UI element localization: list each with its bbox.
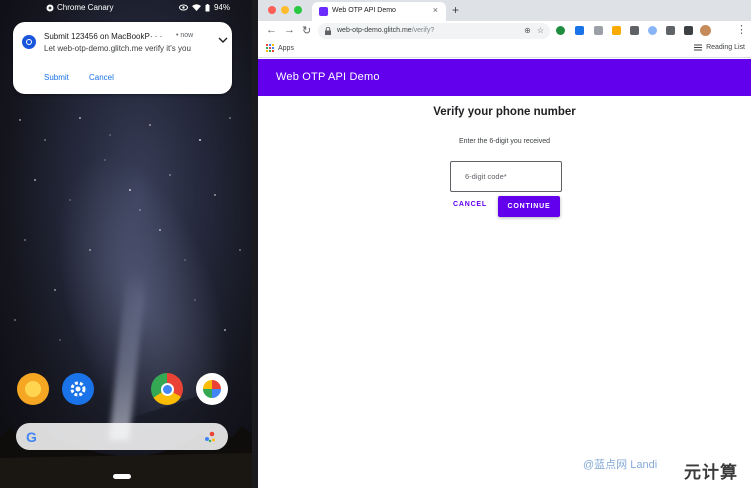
notification-body: Let web-otp-demo.glitch.me verify it's y… — [44, 44, 191, 53]
extension-icon[interactable] — [556, 26, 565, 35]
notification-cancel-button[interactable]: Cancel — [89, 73, 114, 82]
tab-strip: Web OTP API Demo × + — [258, 0, 751, 21]
extension-icon[interactable] — [630, 26, 639, 35]
page-content: Verify your phone number Enter the 6-dig… — [258, 96, 751, 488]
install-icon[interactable]: ⊕ — [524, 26, 531, 35]
instruction-text: Enter the 6-digit you received — [458, 138, 551, 145]
code-input[interactable] — [451, 162, 561, 191]
chrome-canary-icon — [22, 35, 36, 49]
more-menu-icon[interactable]: ⋮ — [736, 23, 747, 36]
minimize-window-button[interactable] — [281, 6, 289, 14]
app-icon[interactable] — [17, 373, 49, 405]
url-text: web-otp-demo.glitch.me/verify? — [337, 27, 434, 34]
watermark-brand: 元计算 — [684, 463, 738, 482]
battery-icon — [205, 3, 210, 11]
url-host: web-otp-demo.glitch.me — [337, 27, 412, 34]
settings-icon[interactable] — [62, 373, 94, 405]
extension-icon[interactable] — [594, 26, 603, 35]
forward-icon[interactable]: → — [284, 24, 295, 36]
bookmarks-bar: Apps Reading List — [258, 41, 751, 58]
tab-favicon — [319, 7, 328, 16]
screen: Chrome Canary 94% Submit 123456 on MacBo… — [0, 0, 751, 488]
apps-shortcut[interactable]: Apps — [266, 44, 294, 52]
omnibox-actions: ⊕ ☆ — [524, 26, 544, 35]
status-app-name: Chrome Canary — [57, 3, 114, 12]
browser-toolbar: ← → ↻ web-otp-demo.glitch.me/verify? ⊕ ☆… — [258, 21, 751, 41]
notification-submit-button[interactable]: Submit — [44, 73, 69, 82]
assistant-icon[interactable] — [204, 430, 216, 443]
chevron-down-icon[interactable] — [218, 35, 228, 45]
reading-list-button[interactable]: Reading List — [694, 44, 745, 51]
new-tab-button[interactable]: + — [452, 3, 459, 17]
photos-icon[interactable] — [196, 373, 228, 405]
code-field[interactable] — [450, 161, 562, 192]
tab-title: Web OTP API Demo — [332, 7, 396, 14]
url-path: /verify? — [411, 27, 435, 34]
status-icons: 94% — [178, 3, 230, 12]
extension-icon[interactable] — [648, 26, 657, 35]
home-gesture-pill[interactable] — [113, 474, 131, 479]
app-dock — [0, 373, 252, 407]
battery-level: 94% — [213, 3, 230, 12]
page-app-bar: Web OTP API Demo — [258, 59, 751, 96]
reading-list-icon — [694, 44, 703, 51]
notification-title: Submit 123456 on MacBookP· · · — [44, 32, 163, 41]
status-bar: Chrome Canary 94% — [0, 0, 252, 16]
notification-time: • now — [176, 32, 194, 39]
google-search-bar[interactable]: G — [16, 423, 228, 450]
cancel-button[interactable]: CANCEL — [453, 201, 487, 208]
back-icon[interactable]: ← — [266, 24, 277, 36]
eye-icon — [178, 4, 188, 11]
page-heading: Verify your phone number — [433, 106, 576, 118]
reading-list-label: Reading List — [706, 44, 745, 51]
apps-grid-icon — [266, 44, 274, 52]
sms-notification[interactable]: Submit 123456 on MacBookP· · · • now Let… — [13, 22, 232, 94]
avatar[interactable] — [700, 25, 711, 36]
address-bar[interactable]: web-otp-demo.glitch.me/verify? ⊕ ☆ — [318, 23, 550, 39]
apps-label: Apps — [278, 44, 294, 52]
lock-icon — [325, 27, 331, 35]
shield-icon[interactable] — [575, 26, 584, 35]
page-app-title: Web OTP API Demo — [276, 71, 380, 83]
status-app: Chrome Canary — [46, 3, 113, 12]
reload-icon[interactable]: ↻ — [302, 24, 311, 37]
android-phone: Chrome Canary 94% Submit 123456 on MacBo… — [0, 0, 252, 488]
chrome-icon[interactable] — [151, 373, 183, 405]
maximize-window-button[interactable] — [294, 6, 302, 14]
chrome-canary-icon — [46, 4, 54, 11]
watermark-text: @蓝点网 Landi — [583, 459, 658, 471]
close-tab-icon[interactable]: × — [433, 5, 438, 15]
tab-web-otp-demo[interactable]: Web OTP API Demo × — [312, 2, 446, 21]
bookmark-star-icon[interactable]: ☆ — [537, 26, 544, 35]
close-window-button[interactable] — [268, 6, 276, 14]
continue-button[interactable]: CONTINUE — [498, 196, 560, 217]
extension-icon[interactable] — [612, 26, 621, 35]
extension-icon[interactable] — [684, 26, 693, 35]
wifi-icon — [191, 4, 201, 11]
google-logo: G — [26, 429, 37, 445]
puzzle-icon[interactable] — [666, 26, 675, 35]
chrome-window: Web OTP API Demo × + ← → ↻ web-otp-demo.… — [258, 0, 751, 488]
